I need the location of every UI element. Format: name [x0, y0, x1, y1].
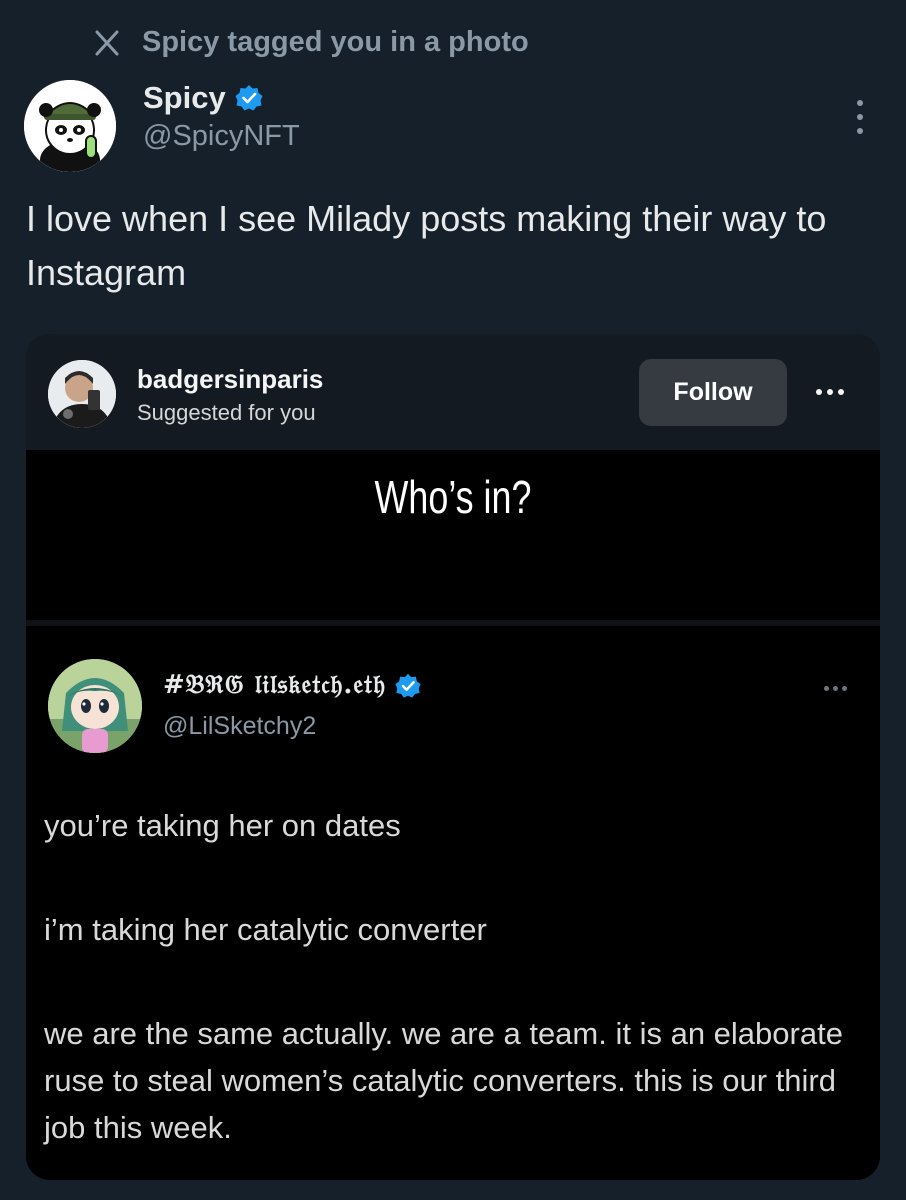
- meme-heading: Who’s in?: [374, 471, 532, 523]
- instagram-suggested-label: Suggested for you: [137, 400, 316, 425]
- instagram-user-avatar: [48, 360, 116, 428]
- author-display-name[interactable]: Spicy: [143, 80, 226, 116]
- follow-button[interactable]: Follow: [639, 359, 787, 426]
- author-avatar[interactable]: [24, 80, 116, 172]
- author-info: Spicy @SpicyNFT: [143, 80, 300, 153]
- verified-badge-icon: [234, 83, 264, 113]
- panda-avatar-icon: [24, 80, 116, 172]
- embedded-tweet-paragraph: we are the same actually. we are a team.…: [44, 1016, 843, 1145]
- notification-text: Spicy tagged you in a photo: [142, 26, 529, 58]
- tweet-photo[interactable]: badgersinparis Suggested for you Follow …: [26, 334, 880, 1180]
- embedded-tweet-display-name: #𝔅ℜ𝔊 𝔩𝔦𝔩𝔰𝔨𝔢𝔱𝔠𝔥.𝔢𝔱𝔥: [163, 670, 386, 700]
- embedded-tweet-paragraph: i’m taking her catalytic converter: [44, 912, 487, 947]
- instagram-more-icon[interactable]: [816, 389, 844, 395]
- embedded-tweet-avatar: [48, 659, 142, 753]
- embedded-tweet-handle: @LilSketchy2: [163, 712, 317, 740]
- instagram-username[interactable]: badgersinparis: [137, 364, 323, 395]
- x-logo-icon: [92, 28, 122, 58]
- embedded-tweet-screenshot: #𝔅ℜ𝔊 𝔩𝔦𝔩𝔰𝔨𝔢𝔱𝔠𝔥.𝔢𝔱𝔥 @LilSketchy2 you’re t…: [26, 626, 880, 1180]
- more-options-icon[interactable]: [848, 100, 872, 134]
- embedded-tweet-paragraph: you’re taking her on dates: [44, 808, 401, 843]
- author-handle[interactable]: @SpicyNFT: [143, 120, 300, 153]
- embedded-tweet-name-row: #𝔅ℜ𝔊 𝔩𝔦𝔩𝔰𝔨𝔢𝔱𝔠𝔥.𝔢𝔱𝔥: [163, 670, 422, 701]
- tweet-text: I love when I see Milady posts making th…: [26, 198, 827, 293]
- embedded-more-icon: [824, 686, 847, 691]
- embedded-verified-badge-icon: [394, 672, 422, 700]
- instagram-post-header: badgersinparis Suggested for you Follow: [26, 334, 880, 450]
- notification-line[interactable]: Spicy tagged you in a photo: [92, 26, 529, 59]
